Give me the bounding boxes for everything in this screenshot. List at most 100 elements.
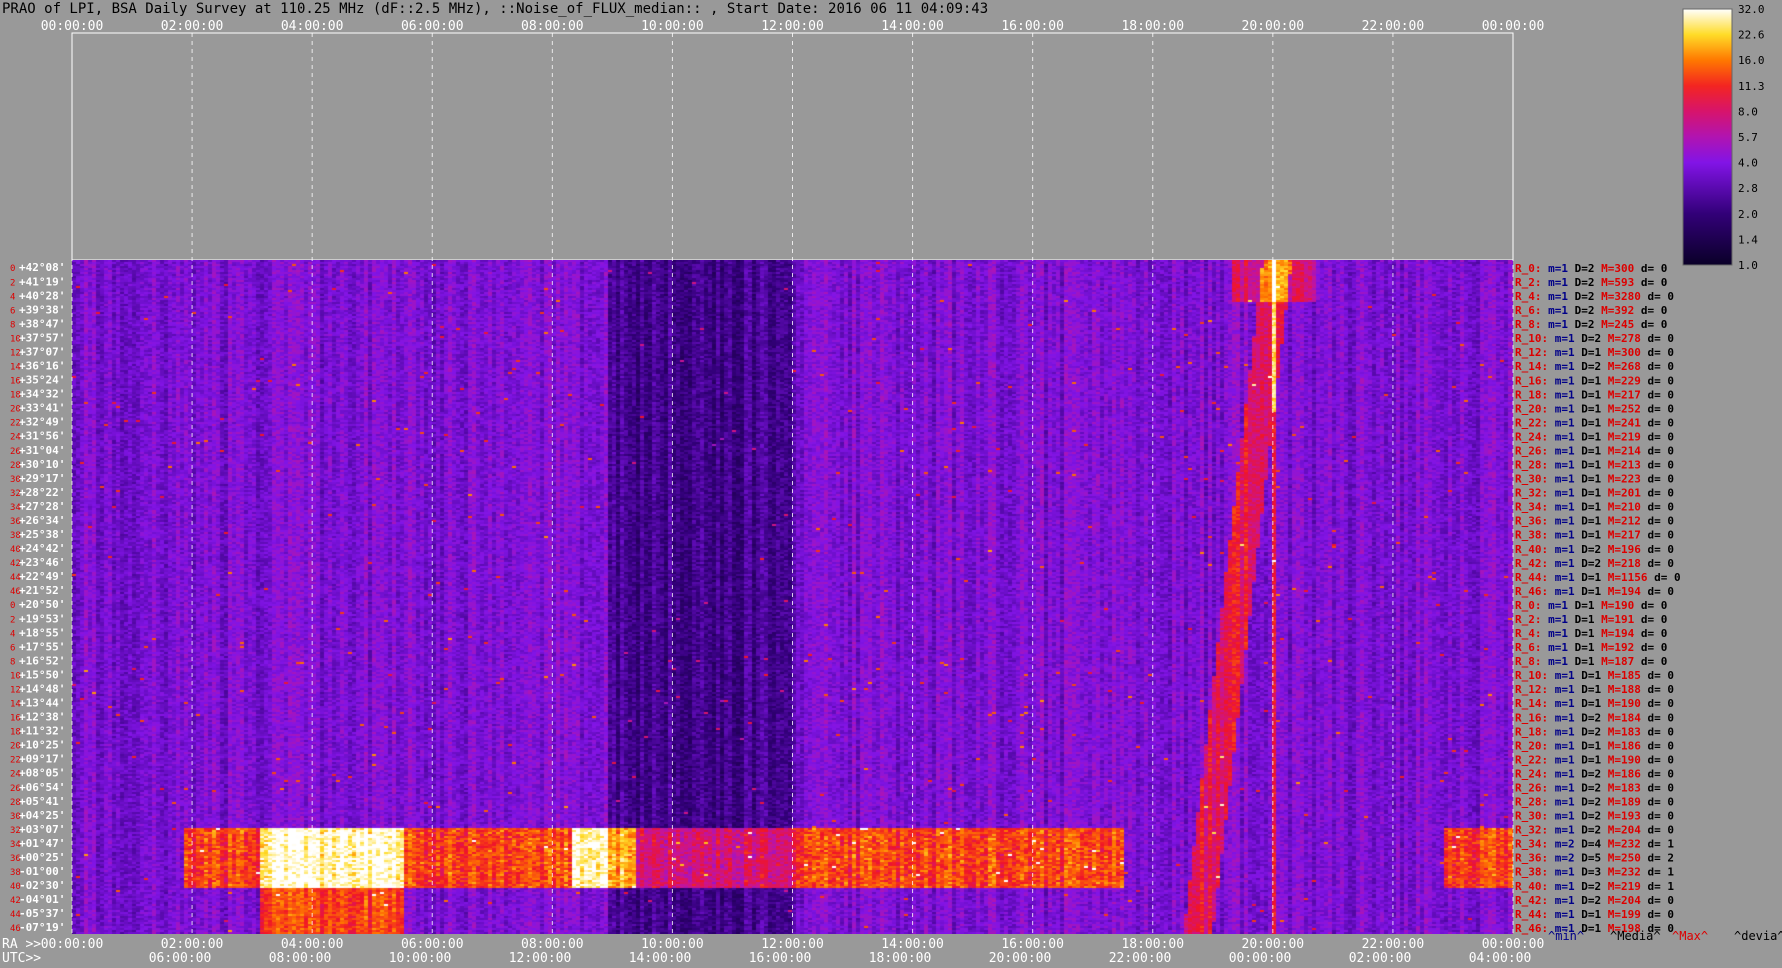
row-stat-part: m=1: [1548, 753, 1575, 766]
row-stat: R_18: m=1 D=1 M=217 d= 0: [1515, 388, 1674, 401]
row-stat-part: d= 0: [1641, 515, 1674, 528]
row-stat-part: R_26:: [1515, 444, 1548, 457]
row-stat-part: M=193: [1601, 810, 1641, 823]
row-stat-part: M=190: [1595, 599, 1635, 612]
ra-tick: 00:00:00: [41, 937, 104, 952]
row-stat-part: d= 0: [1641, 529, 1674, 542]
row-stat-part: M=214: [1601, 444, 1641, 457]
row-stat-part: M=194: [1601, 585, 1641, 598]
colorbar: [1682, 8, 1733, 266]
row-index: 6: [10, 306, 15, 316]
row-stat: R_2: m=1 D=2 M=593 d= 0: [1515, 276, 1667, 289]
declination-label: +32°49': [19, 416, 65, 429]
row-stat: R_14: m=1 D=1 M=190 d= 0: [1515, 697, 1674, 710]
row-stat-part: R_38:: [1515, 529, 1548, 542]
row-stat-part: d= 0: [1641, 753, 1674, 766]
row-stat-part: D=1: [1575, 571, 1602, 584]
row-stat: R_32: m=1 D=1 M=201 d= 0: [1515, 487, 1674, 500]
row-stat: R_36: m=2 D=5 M=250 d= 2: [1515, 852, 1674, 865]
row-stat-part: d= 0: [1634, 641, 1667, 654]
row-stat-part: M=300: [1601, 346, 1641, 359]
row-stat-part: R_32:: [1515, 824, 1548, 837]
row-index: 4: [10, 629, 15, 639]
declination-label: -02°30': [19, 879, 65, 892]
row-stat: R_34: m=1 D=1 M=210 d= 0: [1515, 501, 1674, 514]
row-stat-part: m=1: [1548, 430, 1575, 443]
row-stat-part: d= 0: [1634, 655, 1667, 668]
row-stat-part: d= 0: [1641, 810, 1674, 823]
row-stat-part: D=1: [1575, 585, 1602, 598]
colorbar-tick: 2.8: [1738, 182, 1758, 195]
row-stat-part: M=232: [1601, 838, 1641, 851]
row-stat-part: M=190: [1601, 753, 1641, 766]
row-stat: R_6: m=1 D=1 M=192 d= 0: [1515, 641, 1667, 654]
declination-label: +15°50': [19, 668, 65, 681]
colorbar-tick: 22.6: [1738, 29, 1765, 42]
declination-label: +22°49': [19, 570, 65, 583]
row-stat: R_18: m=1 D=2 M=183 d= 0: [1515, 725, 1674, 738]
row-stat-part: m=1: [1548, 444, 1575, 457]
declination-label: +23°46': [19, 556, 65, 569]
row-stat-part: D=1: [1575, 908, 1602, 921]
row-stat-part: m=1: [1548, 388, 1575, 401]
utc-axis-label: UTC>>: [2, 951, 41, 966]
bottom-utc-tick: 18:00:00: [869, 951, 932, 966]
row-stat-part: R_22:: [1515, 416, 1548, 429]
row-stat-part: R_30:: [1515, 473, 1548, 486]
row-stat-part: R_46:: [1515, 922, 1548, 935]
ra-tick: 02:00:00: [161, 937, 224, 952]
row-stat: R_2: m=1 D=1 M=191 d= 0: [1515, 613, 1667, 626]
row-stat-part: d= 0: [1641, 908, 1674, 921]
declination-label: +24°42': [19, 542, 65, 555]
declination-label: +36°16': [19, 360, 65, 373]
row-stat-part: M=392: [1595, 304, 1635, 317]
row-stat: R_40: m=1 D=2 M=219 d= 1: [1515, 880, 1674, 893]
row-stat-part: m=1: [1548, 402, 1575, 415]
declination-label: +38°47': [19, 317, 65, 330]
row-stat-part: d= 0: [1641, 585, 1674, 598]
row-stat-part: R_0:: [1515, 599, 1542, 612]
declination-label: +04°25': [19, 809, 65, 822]
row-stat: R_26: m=1 D=2 M=183 d= 0: [1515, 781, 1674, 794]
ra-tick: 18:00:00: [1121, 937, 1184, 952]
row-stat-part: d= 0: [1634, 627, 1667, 640]
ra-tick: 04:00:00: [281, 937, 344, 952]
declination-label: +19°53': [19, 612, 65, 625]
row-stat-part: R_42:: [1515, 894, 1548, 907]
row-stat-part: D=1: [1575, 683, 1602, 696]
ra-tick: 22:00:00: [1362, 937, 1425, 952]
row-stat-part: d= 0: [1641, 796, 1674, 809]
row-stat-part: R_20:: [1515, 402, 1548, 415]
row-stat-part: M=187: [1595, 655, 1635, 668]
row-stat-part: M=210: [1601, 501, 1641, 514]
row-stat-part: M=252: [1601, 402, 1641, 415]
row-stat-part: R_6:: [1515, 641, 1542, 654]
row-stat-part: R_12:: [1515, 346, 1548, 359]
row-stat-part: M=185: [1601, 669, 1641, 682]
row-stat-part: d= 0: [1634, 276, 1667, 289]
top-utc-tick: 16:00:00: [1001, 19, 1064, 34]
row-stat-part: M=3280: [1595, 290, 1641, 303]
top-utc-tick: 18:00:00: [1121, 19, 1184, 34]
row-stat-part: D=1: [1575, 739, 1602, 752]
row-stat-part: d= 0: [1641, 669, 1674, 682]
row-stat: R_8: m=1 D=2 M=245 d= 0: [1515, 318, 1667, 331]
row-stat: R_24: m=1 D=2 M=186 d= 0: [1515, 767, 1674, 780]
row-stat-part: R_4:: [1515, 627, 1542, 640]
row-stat-part: m=1: [1548, 529, 1575, 542]
row-index: 2: [10, 278, 15, 288]
row-index: 8: [10, 657, 15, 667]
ra-tick: 00:00:00: [1482, 937, 1545, 952]
row-stat: R_28: m=1 D=1 M=213 d= 0: [1515, 459, 1674, 472]
row-stat-part: D=1: [1575, 473, 1602, 486]
declination-label: +27°28': [19, 500, 65, 513]
row-stat: R_38: m=1 D=3 M=232 d= 1: [1515, 866, 1674, 879]
row-stat-part: d= 0: [1641, 416, 1674, 429]
row-stat-part: D=2: [1568, 318, 1595, 331]
row-stat: R_36: m=1 D=1 M=212 d= 0: [1515, 515, 1674, 528]
bottom-utc-tick: 08:00:00: [269, 951, 332, 966]
row-stat-part: R_40:: [1515, 880, 1548, 893]
row-index: 0: [10, 601, 15, 611]
row-stat-part: D=1: [1568, 627, 1595, 640]
row-stat-part: R_36:: [1515, 515, 1548, 528]
